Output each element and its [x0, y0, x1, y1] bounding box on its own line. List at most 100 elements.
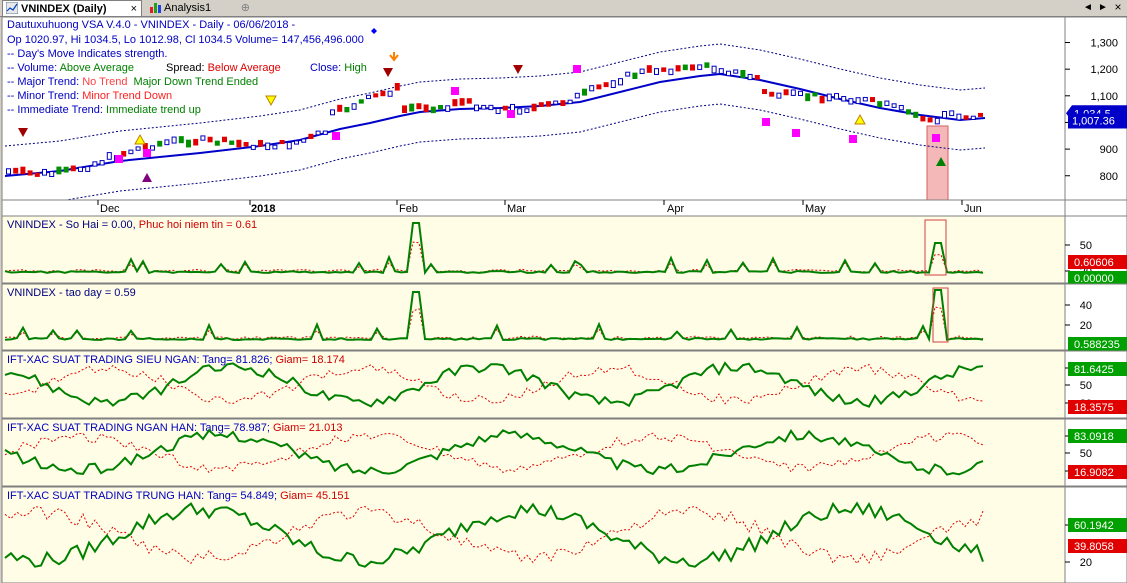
candle	[344, 106, 350, 113]
candle	[452, 99, 458, 107]
candle	[387, 90, 393, 97]
spread-value: Below Average	[208, 62, 281, 74]
candle	[27, 170, 33, 176]
price-title: Dautuxuhuong VSA V.4.0 - VNINDEX - Daily…	[7, 19, 296, 31]
candle	[819, 95, 825, 104]
candle	[654, 68, 659, 75]
candle	[423, 104, 429, 113]
candle	[718, 68, 724, 74]
candle	[438, 104, 443, 110]
candle	[445, 105, 451, 112]
scroll-right-icon[interactable]: ►	[1096, 1, 1110, 14]
price-pane[interactable]: 1,3001,2001,1001,000900800 Dautuxuhuong …	[1, 16, 1127, 207]
pane-title: IFT-XAC SUAT TRADING TRUNG HAN: Tang= 54…	[7, 490, 350, 502]
candle	[330, 109, 335, 116]
indicator-pane-2[interactable]: 40 20 VNINDEX - tao day = 0.59 0.588235	[1, 283, 1127, 351]
pane-value-tag-text: 0.60606	[1074, 257, 1114, 269]
candle	[265, 142, 271, 151]
candle	[524, 108, 530, 113]
candle	[920, 116, 926, 122]
candle	[373, 93, 379, 98]
price-tick-label: 1,300	[1090, 38, 1118, 50]
chart-area[interactable]: 1,3001,2001,1001,000900800 Dautuxuhuong …	[0, 16, 1127, 583]
analysis-icon	[149, 1, 161, 13]
candle	[639, 68, 645, 74]
major-trend-value: No Trend	[82, 76, 127, 88]
indicator-pane-5[interactable]: 5020IFT-XAC SUAT TRADING TRUNG HAN: Tang…	[1, 486, 1127, 583]
candle	[49, 171, 55, 177]
candle	[704, 62, 710, 68]
signal-square	[792, 129, 800, 137]
candle	[546, 101, 551, 107]
candle	[956, 113, 962, 121]
candle	[690, 64, 695, 71]
date-label-apr: Apr	[667, 203, 684, 215]
candle	[632, 72, 638, 79]
candle	[279, 139, 285, 145]
candle	[178, 136, 184, 144]
indicator-pane-1[interactable]: 5020VNINDEX - So Hai = 0.00, Phuc hoi ni…	[1, 215, 1127, 285]
close-text: Close: High	[310, 62, 367, 74]
price-tick-label: 900	[1100, 144, 1118, 156]
candle	[610, 80, 616, 88]
pane-title-part: IFT-XAC SUAT TRADING TRUNG HAN: Tang= 54…	[7, 490, 280, 502]
minor-trend-text: -- Minor Trend: Minor Trend Down	[7, 90, 172, 102]
candle	[970, 115, 976, 120]
pane-value-tag-text: 0.588235	[1074, 339, 1120, 351]
candle	[798, 90, 803, 97]
candle	[42, 168, 47, 176]
candle	[409, 103, 415, 112]
tab-label: VNINDEX (Daily)	[21, 3, 107, 15]
pane-tick-label: 50	[1080, 380, 1092, 392]
date-label-2018: 2018	[251, 203, 275, 215]
candle	[459, 98, 465, 106]
candle	[430, 106, 436, 114]
candle	[877, 101, 883, 108]
candle	[157, 140, 163, 147]
date-label-may: May	[805, 203, 826, 215]
tab-analysis1[interactable]: Analysis1 ⊕	[146, 0, 250, 16]
pane-value-tag-text: 83.0918	[1074, 431, 1114, 443]
pane-tick-label: 50	[1080, 240, 1092, 252]
candle	[63, 166, 69, 173]
tab-close-icon[interactable]: ×	[131, 1, 137, 17]
candle	[927, 117, 933, 123]
candle	[186, 139, 191, 148]
pane-title: IFT-XAC SUAT TRADING NGAN HAN: Tang= 78.…	[7, 422, 342, 434]
candle	[870, 97, 875, 103]
scroll-left-icon[interactable]: ◄	[1081, 1, 1095, 14]
candle	[517, 108, 523, 115]
candle	[949, 110, 955, 117]
candle	[308, 133, 314, 139]
candle	[668, 68, 674, 76]
price-tick-label: 800	[1100, 171, 1118, 183]
tab-vnindex-daily[interactable]: VNINDEX (Daily) ×	[2, 0, 142, 16]
date-label-jun: Jun	[964, 203, 982, 215]
indicator-pane-3[interactable]: 805020IFT-XAC SUAT TRADING SIEU NGAN: Ta…	[1, 350, 1127, 419]
minor-trend-label: -- Minor Trend:	[7, 90, 82, 102]
candle	[20, 166, 26, 175]
pane-value-tag-text: 81.6425	[1074, 364, 1114, 376]
candle	[740, 69, 746, 78]
indicator-panes[interactable]: 50 20 VNINDEX - So Hai = 0.00, Phuc hoi ni…	[1, 215, 1127, 583]
candle	[286, 141, 292, 150]
candle	[358, 99, 364, 104]
candle	[567, 99, 573, 105]
candle	[164, 139, 170, 146]
indicator-pane-4[interactable]: 805020IFT-XAC SUAT TRADING NGAN HAN: Tan…	[1, 418, 1127, 487]
candle	[553, 100, 559, 105]
candle	[99, 160, 105, 166]
candle	[776, 92, 782, 99]
date-label-feb: Feb	[399, 203, 418, 215]
signal-square	[849, 135, 857, 143]
close-window-icon[interactable]: ×	[1111, 1, 1125, 14]
chart-icon	[5, 1, 19, 15]
new-tab-icon[interactable]: ⊕	[241, 0, 250, 16]
pane-title: IFT-XAC SUAT TRADING SIEU NGAN: Tang= 81…	[7, 354, 345, 366]
candle	[214, 140, 220, 146]
candle	[805, 93, 811, 102]
candle	[682, 64, 688, 71]
date-label-dec: Dec	[100, 203, 120, 215]
candle	[380, 90, 386, 97]
candle	[560, 100, 566, 107]
